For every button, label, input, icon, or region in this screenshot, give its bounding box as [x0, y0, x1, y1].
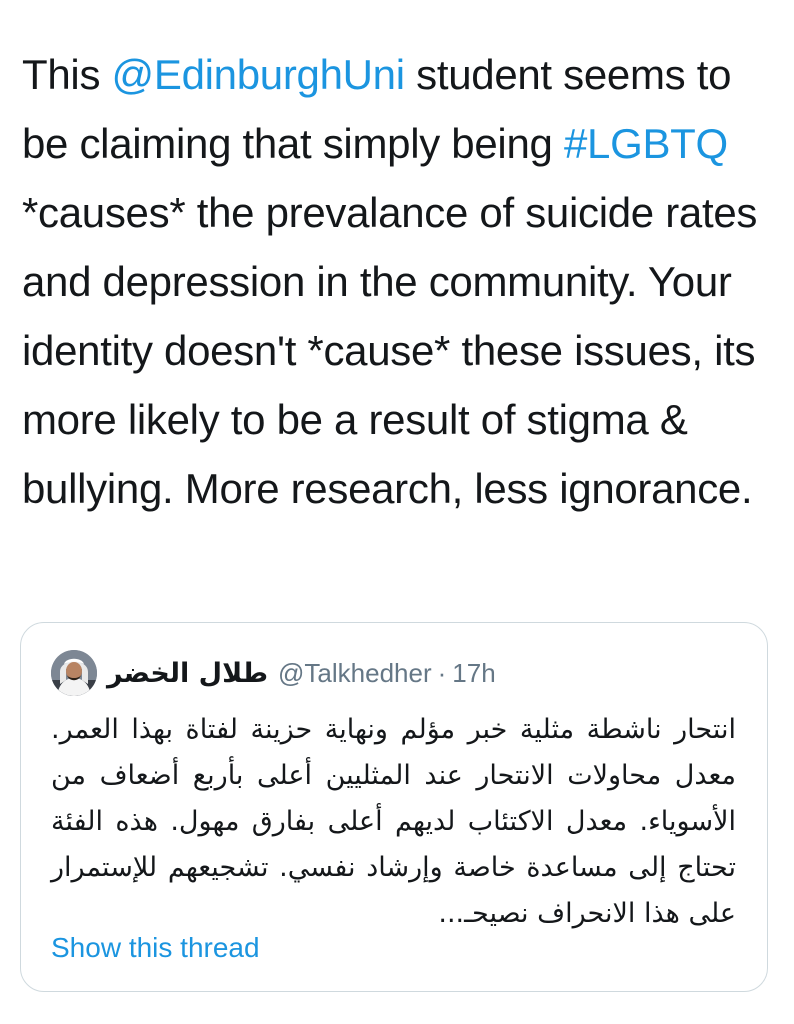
- show-thread-link[interactable]: Show this thread: [51, 932, 260, 964]
- mention-link[interactable]: @EdinburghUni: [112, 51, 406, 98]
- quoted-handle[interactable]: @Talkhedher: [278, 658, 432, 689]
- tweet-text-part3: *causes* the prevalance of suicide rates…: [22, 189, 758, 512]
- quoted-tweet-body: انتحار ناشطة مثلية خبر مؤلم ونهاية حزينة…: [51, 714, 736, 929]
- tweet-text: This @EdinburghUni student seems to be c…: [22, 40, 782, 523]
- quoted-timestamp[interactable]: 17h: [452, 658, 495, 689]
- avatar[interactable]: [51, 650, 97, 696]
- avatar-photo-icon: [51, 650, 97, 696]
- meta-separator: ·: [437, 657, 447, 688]
- quoted-tweet-header: طلال الخضر @Talkhedher · 17h: [51, 649, 747, 697]
- hashtag-link[interactable]: #LGBTQ: [564, 120, 728, 167]
- tweet-text-part1: This: [22, 51, 112, 98]
- quoted-display-name[interactable]: طلال الخضر: [107, 658, 268, 689]
- quoted-tweet-card[interactable]: طلال الخضر @Talkhedher · 17h انتحار ناشط…: [20, 622, 768, 992]
